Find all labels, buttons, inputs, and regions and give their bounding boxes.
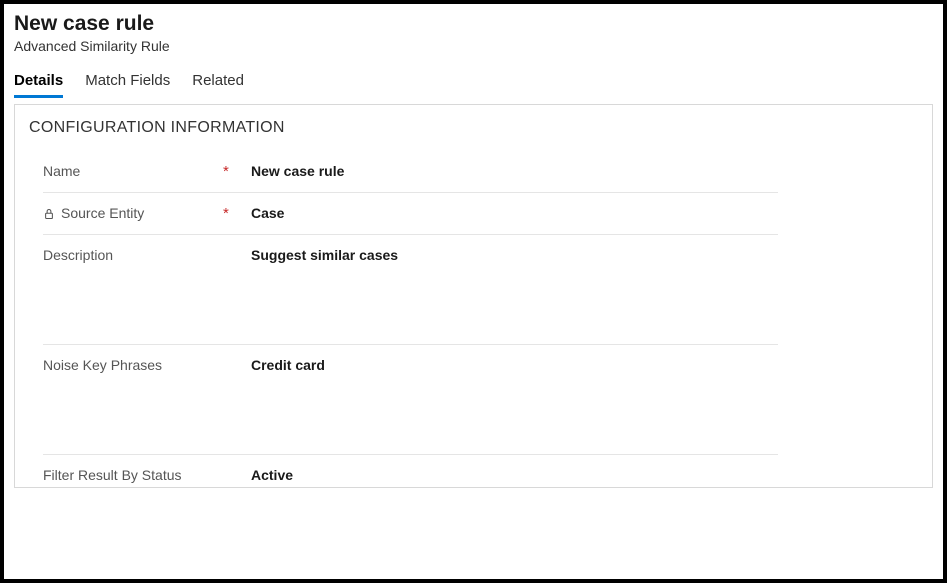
field-row-description: Description Suggest similar cases bbox=[43, 235, 778, 345]
field-row-name: Name * New case rule bbox=[43, 151, 778, 193]
required-indicator: * bbox=[223, 163, 247, 180]
field-label-wrap: Description bbox=[43, 247, 223, 263]
lock-icon bbox=[43, 207, 55, 219]
field-value-filter-result-by-status[interactable]: Active bbox=[247, 467, 293, 483]
section-title: CONFIGURATION INFORMATION bbox=[29, 119, 918, 137]
tab-list: Details Match Fields Related bbox=[4, 58, 943, 98]
field-value-description[interactable]: Suggest similar cases bbox=[247, 247, 398, 263]
page-subtitle: Advanced Similarity Rule bbox=[14, 38, 933, 54]
field-label-source-entity: Source Entity bbox=[61, 205, 144, 221]
field-label-description: Description bbox=[43, 247, 113, 263]
field-row-filter-result-by-status: Filter Result By Status Active bbox=[43, 455, 778, 487]
field-label-wrap: Source Entity bbox=[43, 205, 223, 221]
field-value-name[interactable]: New case rule bbox=[247, 163, 344, 179]
tab-match-fields[interactable]: Match Fields bbox=[85, 72, 170, 98]
tab-details[interactable]: Details bbox=[14, 72, 63, 98]
form-header: New case rule Advanced Similarity Rule bbox=[4, 4, 943, 58]
page-title: New case rule bbox=[14, 12, 933, 36]
field-row-source-entity: Source Entity * Case bbox=[43, 193, 778, 235]
field-label-wrap: Filter Result By Status bbox=[43, 467, 223, 483]
field-value-source-entity[interactable]: Case bbox=[247, 205, 284, 221]
field-row-noise-key-phrases: Noise Key Phrases Credit card bbox=[43, 345, 778, 455]
field-label-wrap: Noise Key Phrases bbox=[43, 357, 223, 373]
field-label-wrap: Name bbox=[43, 163, 223, 179]
field-label-noise-key-phrases: Noise Key Phrases bbox=[43, 357, 162, 373]
tab-related[interactable]: Related bbox=[192, 72, 244, 98]
field-value-noise-key-phrases[interactable]: Credit card bbox=[247, 357, 325, 373]
field-label-filter-result-by-status: Filter Result By Status bbox=[43, 467, 182, 483]
field-label-name: Name bbox=[43, 163, 80, 179]
configuration-section: CONFIGURATION INFORMATION Name * New cas… bbox=[14, 104, 933, 488]
required-indicator: * bbox=[223, 205, 247, 222]
